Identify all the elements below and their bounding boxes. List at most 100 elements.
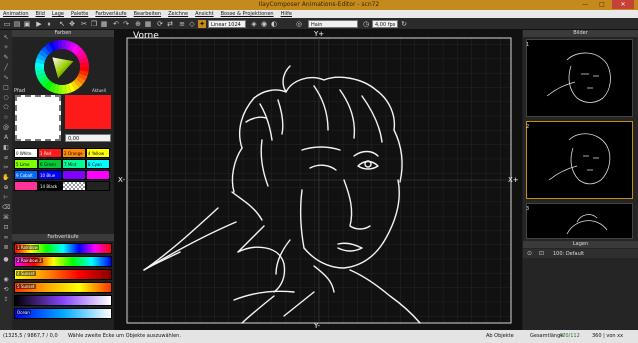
menu-ansicht[interactable]: Ansicht <box>195 10 213 18</box>
palette-swatch[interactable]: 0 White <box>14 148 38 158</box>
record-icon[interactable]: ◉ <box>2 276 10 284</box>
spiral-icon[interactable]: @ <box>2 124 10 132</box>
star-icon[interactable]: ☆ <box>2 114 10 122</box>
palette-swatch[interactable]: 10 Blue <box>38 170 62 180</box>
frame-thumbnail[interactable]: 1 <box>526 39 633 117</box>
menu-lage[interactable]: Lage <box>52 10 64 18</box>
layer-icon[interactable]: ≣ <box>2 244 10 252</box>
pen-icon[interactable]: ✎ <box>2 54 10 62</box>
layer-eye-icon[interactable]: ⊙ <box>527 250 532 257</box>
node-icon[interactable]: ✧ <box>2 44 10 52</box>
curve-icon[interactable]: ∿ <box>2 74 10 82</box>
copy-icon[interactable]: ❐ <box>90 20 98 28</box>
fps-field[interactable]: 4,00 fps <box>372 20 398 28</box>
gradient-item[interactable]: 2 Rainbow 2 <box>14 256 112 267</box>
polygon-icon[interactable]: ⬠ <box>2 104 10 112</box>
open-icon[interactable]: ▤ <box>13 20 21 28</box>
palette-swatch[interactable] <box>62 181 86 191</box>
tool-icon[interactable]: ◈ <box>250 20 258 28</box>
tool3-icon[interactable]: ◐ <box>270 20 278 28</box>
frame-thumbnail[interactable]: 3 <box>526 203 633 239</box>
gradient-item[interactable]: 1 Rainbow <box>14 243 112 254</box>
menu-bearbeiten[interactable]: Bearbeiten <box>134 10 161 18</box>
menu-palette[interactable]: Palette <box>71 10 88 18</box>
maximize-button[interactable]: □ <box>595 0 609 9</box>
refresh-icon[interactable]: ↻ <box>400 20 408 28</box>
lock-icon[interactable]: ⊡ <box>2 224 10 232</box>
color-select[interactable]: Hain <box>308 20 358 28</box>
measure-icon[interactable]: ⊢ <box>2 194 10 202</box>
undo-icon[interactable]: ↶ <box>112 20 120 28</box>
save-icon[interactable]: ▣ <box>23 20 31 28</box>
move-icon[interactable]: ✥ <box>68 20 76 28</box>
fill-icon[interactable]: ◧ <box>2 144 10 152</box>
frame-thumbnail[interactable]: 2 <box>526 121 633 199</box>
zoom-icon[interactable]: ⊕ <box>134 20 142 28</box>
gradient-item[interactable]: 5 Sunset <box>14 282 112 293</box>
morph-icon[interactable]: ⌘ <box>2 214 10 222</box>
palette-swatch[interactable] <box>86 181 110 191</box>
paste-icon[interactable]: ▦ <box>100 20 108 28</box>
erase-icon[interactable]: ⌫ <box>2 204 10 212</box>
red-tool-icon[interactable]: ● <box>2 256 10 264</box>
export-icon[interactable]: ⇪ <box>2 296 10 304</box>
palette-swatch[interactable]: 2 Orange <box>62 148 86 158</box>
menu-hilfe[interactable]: Hilfe <box>281 10 292 18</box>
mode-select[interactable]: Linear 1024 <box>208 20 246 28</box>
scissors-icon[interactable]: ✂ <box>2 164 10 172</box>
menu-zeichne[interactable]: Zeichne <box>168 10 188 18</box>
mirror-icon[interactable]: ⇄ <box>166 20 174 28</box>
cut-icon[interactable]: ✂ <box>80 20 88 28</box>
pointer-icon[interactable]: ↖ <box>2 34 10 42</box>
align-icon[interactable]: ≡ <box>178 20 186 28</box>
rotate-icon[interactable]: ⟳ <box>156 20 164 28</box>
outline-swatch[interactable] <box>65 95 111 129</box>
palette-swatch[interactable]: 14 Black <box>38 181 62 191</box>
eyedropper-icon[interactable]: ⌀ <box>2 154 10 162</box>
gradient-item[interactable] <box>14 295 112 306</box>
palette-swatch[interactable] <box>62 170 86 180</box>
palette-swatch[interactable] <box>14 181 38 191</box>
hand-icon[interactable]: ✋ <box>2 174 10 182</box>
line-icon[interactable]: ╱ <box>2 64 10 72</box>
value-field[interactable]: 0,00 <box>65 134 111 142</box>
tool2-icon[interactable]: ◉ <box>260 20 268 28</box>
text-icon[interactable]: A <box>2 134 10 142</box>
eye-icon[interactable]: ◎ <box>295 20 303 28</box>
fill-swatch[interactable] <box>15 95 61 141</box>
layer-row[interactable]: ⊙ ⊡ 100: Default <box>523 249 638 258</box>
palette-swatch[interactable]: 8 Cyan <box>86 159 110 169</box>
select-icon[interactable]: ↖ <box>58 20 66 28</box>
loop-icon[interactable]: ⟲ <box>2 286 10 294</box>
pause-icon[interactable]: ⏸ <box>45 20 53 28</box>
shape-icon[interactable]: ◇ <box>188 20 196 28</box>
layer-lock-icon[interactable]: ⊡ <box>539 250 544 257</box>
palette-swatch[interactable]: 9 Cobalt <box>14 170 38 180</box>
zoom-tool-icon[interactable]: ⊕ <box>2 184 10 192</box>
menu-animation[interactable]: Animation <box>3 10 29 18</box>
palette-swatch[interactable] <box>86 170 110 180</box>
mode-icon[interactable]: ✦ <box>198 20 206 28</box>
palette-swatch[interactable]: 5 Lime <box>14 159 38 169</box>
redo-icon[interactable]: ↷ <box>122 20 130 28</box>
new-icon[interactable]: ▭ <box>3 20 11 28</box>
timer-icon[interactable]: ◷ <box>362 20 370 28</box>
palette-swatch[interactable]: 1 Red <box>38 148 62 158</box>
grid-icon[interactable]: ▦ <box>144 20 152 28</box>
menu-bild[interactable]: Bild <box>36 10 45 18</box>
gradient-item[interactable]: Ocean <box>14 308 112 319</box>
color-wheel[interactable] <box>34 39 90 95</box>
drawing-canvas[interactable] <box>114 30 522 330</box>
rect-icon[interactable]: □ <box>2 84 10 92</box>
close-button[interactable]: ✕ <box>612 0 634 9</box>
menu-farbverlaeufe[interactable]: Farbverläufe <box>95 10 126 18</box>
palette-swatch[interactable]: 7 Mint <box>62 159 86 169</box>
gradient-item[interactable]: 4 Sunset <box>14 269 112 280</box>
play-icon[interactable]: ▶ <box>35 20 43 28</box>
minimize-button[interactable]: — <box>578 0 592 9</box>
palette-swatch[interactable]: 4 Yellow <box>86 148 110 158</box>
link-icon[interactable]: ∞ <box>2 234 10 242</box>
menu-bosse-projektionen[interactable]: Bosse & Projektionen <box>221 10 274 18</box>
circle-icon[interactable]: ○ <box>2 94 10 102</box>
palette-swatch[interactable]: 6 Green <box>38 159 62 169</box>
